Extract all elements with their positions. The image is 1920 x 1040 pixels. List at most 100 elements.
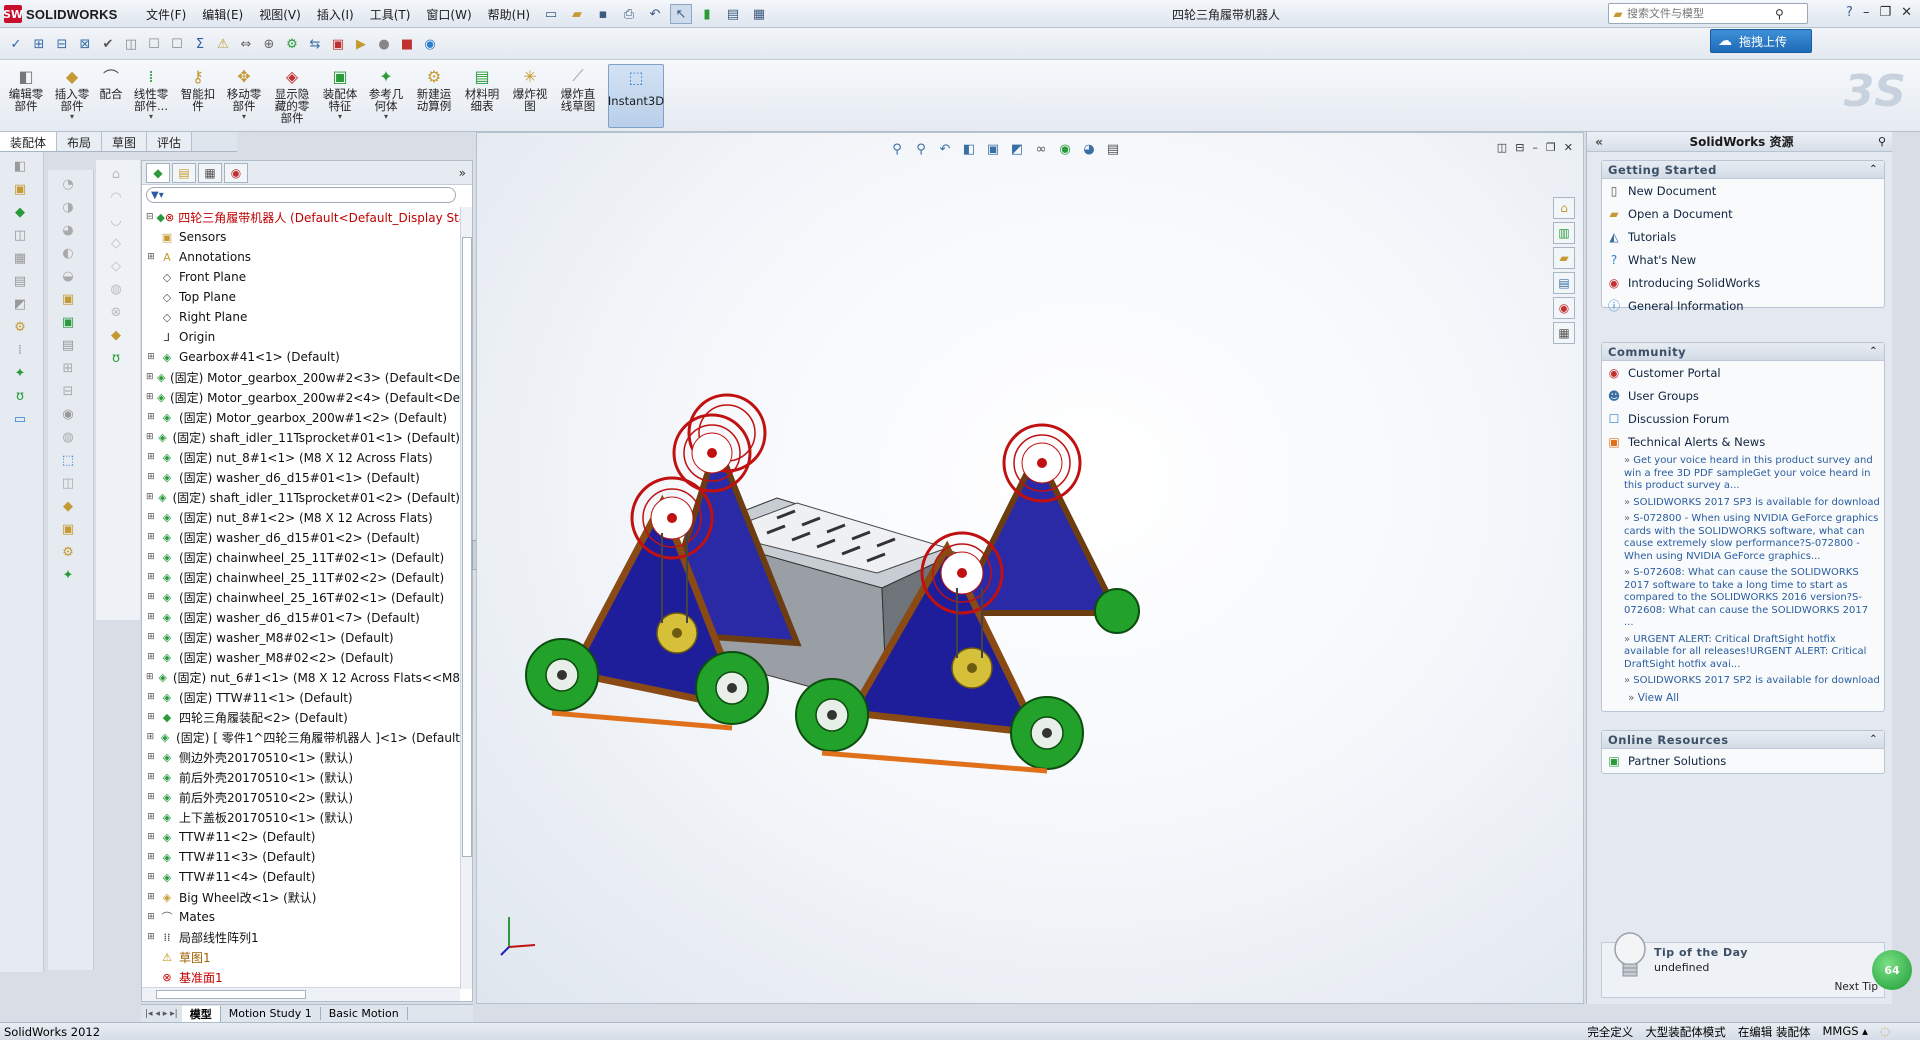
introducing-link[interactable]: ◉ Introducing SolidWorks xyxy=(1602,271,1884,294)
tree-item[interactable]: ⊞ ◈ (固定) washer_d6_d15#01<2> (Default) xyxy=(142,527,460,547)
toolbar-icon[interactable]: ◩ xyxy=(10,295,30,313)
collapse-icon[interactable]: ⊟ xyxy=(146,212,154,222)
tree-item[interactable]: ⊞ ◈ 侧边外壳20170510<1> (默认) xyxy=(142,747,460,767)
tree-item[interactable]: ⊞ A Annotations xyxy=(142,247,460,267)
mass-properties-icon[interactable]: ⊟ xyxy=(52,34,72,54)
expand-icon[interactable]: ⊞ xyxy=(146,772,156,782)
tree-root[interactable]: ⊟ ◆ ⊗ 四轮三角履带机器人 (Default<Default_Display… xyxy=(142,207,460,227)
tree-item[interactable]: ⊞ ◈ (固定) shaft_idler_11Tsprocket#01<1> (De… xyxy=(142,427,460,447)
save-icon[interactable]: ▪ xyxy=(592,4,614,24)
tree-item[interactable]: ⊞ ◈ (固定) [ 零件1^四轮三角履带机器人 ]<1> (Default xyxy=(142,727,460,747)
toolbar-icon[interactable]: ▣ xyxy=(58,313,78,331)
toolbar-icon[interactable]: ⚙ xyxy=(10,318,30,336)
tree-item[interactable]: ⊞ ◈ (固定) chainwheel_25_16T#02<1> (Default) xyxy=(142,587,460,607)
solidworks-logo[interactable]: SW SOLIDWORKS xyxy=(3,4,118,24)
expand-icon[interactable]: ⊞ xyxy=(146,632,156,642)
chevron-down-icon[interactable]: ▾ xyxy=(384,112,388,121)
expand-icon[interactable]: ⊞ xyxy=(146,912,156,922)
tree-item[interactable]: ⊞ ◈ (固定) Motor_gearbox_200w#2<4> (Default<… xyxy=(142,387,460,407)
status-help-icon[interactable]: ◌ xyxy=(1880,1024,1890,1040)
collapse-arrow-icon[interactable]: « xyxy=(1587,135,1611,149)
toolbar-icon[interactable]: ⊗ xyxy=(106,303,126,321)
file-explorer-icon[interactable]: ▰ xyxy=(1553,247,1575,269)
tree-item[interactable]: ⊞ ◈ (固定) nut_8#1<2> (M8 X 12 Across Flats) xyxy=(142,507,460,527)
expand-icon[interactable]: ⊞ xyxy=(146,852,156,862)
news-item[interactable]: » SOLIDWORKS 2017 SP2 is available for d… xyxy=(1624,675,1880,688)
section-header[interactable]: Online Resources ⌃ xyxy=(1602,731,1884,749)
close-icon[interactable]: ✕ xyxy=(1901,5,1912,20)
cmd-motion-study[interactable]: ⚙ 新建运 动算例 xyxy=(412,64,456,128)
macro-icon[interactable]: ▣ xyxy=(328,34,348,54)
help-icon[interactable]: ? xyxy=(1846,5,1853,20)
custom-properties-icon[interactable]: ▦ xyxy=(1553,322,1575,344)
expand-icon[interactable]: ⊞ xyxy=(146,472,156,482)
open-folder-icon[interactable]: ▰ xyxy=(566,4,588,24)
toolbar-icon[interactable]: ◇ xyxy=(106,234,126,252)
toolbar-icon[interactable]: ◍ xyxy=(58,428,78,446)
tree-item[interactable]: ⊞ ⌒ Mates xyxy=(142,907,460,927)
tab-basic-motion[interactable]: Basic Motion xyxy=(321,1007,408,1020)
toolbar-icon[interactable]: ◇ xyxy=(106,257,126,275)
compare-icon[interactable]: ⇆ xyxy=(305,34,325,54)
expand-icon[interactable]: ⊞ xyxy=(146,412,156,422)
tree-item[interactable]: ⊞ ◈ (固定) TTW#11<1> (Default) xyxy=(142,687,460,707)
check-icon[interactable]: ✔ xyxy=(98,34,118,54)
tree-item[interactable]: ⅃ Origin xyxy=(142,327,460,347)
cmd-assembly-feature[interactable]: ▣ 装配体 特征 ▾ xyxy=(318,64,362,128)
news-item[interactable]: » S-072800 - When using NVIDIA GeForce g… xyxy=(1624,513,1880,563)
expand-icon[interactable]: ⊞ xyxy=(146,652,156,662)
news-item[interactable]: » URGENT ALERT: Critical DraftSight hotf… xyxy=(1624,634,1880,672)
tree-item[interactable]: ⊞ ◈ TTW#11<4> (Default) xyxy=(142,867,460,887)
tree-item[interactable]: ⊞ ◈ Big Wheel改<1> (默认) xyxy=(142,887,460,907)
collapse-icon[interactable]: ⌃ xyxy=(1869,734,1878,745)
design-library-icon[interactable]: ▥ xyxy=(1553,222,1575,244)
appearances-icon[interactable]: ◉ xyxy=(1553,297,1575,319)
file-properties-icon[interactable]: ▤ xyxy=(722,4,744,24)
toolbar-icon[interactable]: ⌂ xyxy=(106,165,126,183)
toolbar-icon[interactable]: ◠ xyxy=(106,188,126,206)
tab-sketch[interactable]: 草图 xyxy=(102,132,148,151)
tree-item[interactable]: ⊞ ◈ (固定) washer_d6_d15#01<1> (Default) xyxy=(142,467,460,487)
chevron-down-icon[interactable]: ▾ xyxy=(70,112,74,121)
toolbar-icon[interactable]: ◉ xyxy=(58,405,78,423)
toolbar-icon[interactable]: ◆ xyxy=(106,326,126,344)
partner-solutions-link[interactable]: ▣ Partner Solutions xyxy=(1602,749,1884,772)
home-icon[interactable]: ⌂ xyxy=(1553,197,1575,219)
section-props-icon[interactable]: ⊠ xyxy=(75,34,95,54)
expand-icon[interactable]: ⊞ xyxy=(146,712,156,722)
cmd-show-hidden[interactable]: ◈ 显示隐 藏的零 部件 xyxy=(270,64,314,128)
chevron-down-icon[interactable]: ▾ xyxy=(242,112,246,121)
spell-check-icon[interactable]: ✓ xyxy=(6,34,26,54)
expand-icon[interactable]: ⊞ xyxy=(146,872,156,882)
menu-help[interactable]: 帮助(H) xyxy=(480,6,538,23)
display-manager-tab-icon[interactable]: ◉ xyxy=(224,162,248,183)
search-box[interactable]: ▰ ⚲ xyxy=(1608,3,1808,24)
toolbar-icon[interactable]: ⁞ xyxy=(10,341,30,359)
expand-icon[interactable]: ⊞ xyxy=(146,732,155,742)
tab-assembly[interactable]: 装配体 xyxy=(0,132,58,151)
expand-icon[interactable]: ⊞ xyxy=(146,492,154,502)
expand-icon[interactable]: ⊞ xyxy=(146,512,156,522)
expand-icon[interactable]: ⊞ xyxy=(146,372,154,382)
toolbar-icon[interactable]: ▤ xyxy=(58,336,78,354)
tree-item[interactable]: ⊞ ◈ (固定) Motor_gearbox_200w#1<2> (Default) xyxy=(142,407,460,427)
cmd-instant3d[interactable]: ⬚ Instant3D xyxy=(608,64,664,128)
tree-item[interactable]: ◇ Front Plane xyxy=(142,267,460,287)
expand-icon[interactable]: ⊞ xyxy=(146,892,156,902)
tree-item[interactable]: ⊞ ◈ (固定) washer_d6_d15#01<7> (Default) xyxy=(142,607,460,627)
toolbar-icon[interactable]: ✦ xyxy=(10,364,30,382)
expand-icon[interactable]: ⊞ xyxy=(146,552,156,562)
collapse-icon[interactable]: ⌃ xyxy=(1869,346,1878,357)
cmd-linear-pattern[interactable]: ⁞ 线性零 部件... ▾ xyxy=(128,64,174,128)
menu-file[interactable]: 文件(F) xyxy=(138,6,194,23)
tree-item[interactable]: ⊞ ◈ 前后外壳20170510<1> (默认) xyxy=(142,767,460,787)
tree-item[interactable]: ⊞ ◈ Gearbox#41<1> (Default) xyxy=(142,347,460,367)
tree-horizontal-scrollbar[interactable] xyxy=(142,987,460,1001)
geometry-analysis-icon[interactable]: ◫ xyxy=(121,34,141,54)
toolbar-icon[interactable]: ⊟ xyxy=(58,382,78,400)
scroll-thumb[interactable] xyxy=(156,990,306,999)
menu-insert[interactable]: 插入(I) xyxy=(309,6,362,23)
expand-icon[interactable]: ⊞ xyxy=(146,452,156,462)
tab-nav-arrows-icon[interactable]: |◂ ◂ ▸ ▸| xyxy=(141,1009,182,1019)
restore-icon[interactable]: ❐ xyxy=(1879,5,1891,20)
